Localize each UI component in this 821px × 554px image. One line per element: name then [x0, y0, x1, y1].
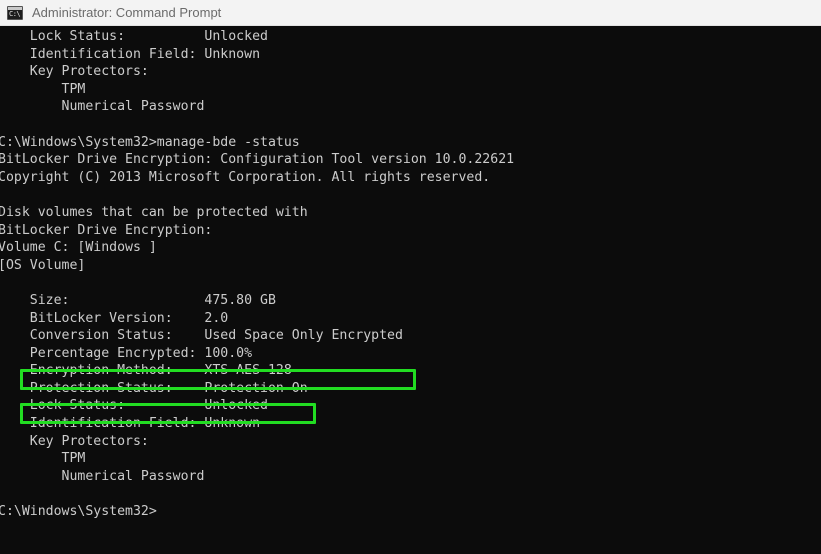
console-line: Identification Field: Unknown: [0, 46, 261, 62]
console-line: Copyright (C) 2013 Microsoft Corporation…: [0, 169, 491, 185]
console-line: Conversion Status: Used Space Only Encry…: [0, 328, 403, 344]
console-line: Protection Status: Protection On: [0, 380, 308, 396]
console-line: Numerical Password: [0, 468, 205, 484]
console-line: C:\Windows\System32>: [0, 504, 157, 520]
console-line: Disk volumes that can be protected with: [0, 204, 308, 220]
console-line: Lock Status: Unlocked: [0, 29, 268, 44]
console-line: TPM: [0, 81, 86, 97]
console-line: Identification Field: Unknown: [0, 416, 261, 432]
console-line: BitLocker Drive Encryption: Configuratio…: [0, 152, 515, 168]
console-line: BitLocker Drive Encryption:: [0, 222, 213, 238]
console-output-area[interactable]: Lock Status: Unlocked Identification Fie…: [0, 26, 821, 554]
window-title: Administrator: Command Prompt: [32, 5, 222, 20]
window-titlebar[interactable]: C:\ Administrator: Command Prompt: [0, 0, 821, 26]
console-line: Percentage Encrypted: 100.0%: [0, 345, 253, 361]
console-line: Numerical Password: [0, 99, 205, 115]
console-line: Lock Status: Unlocked: [0, 398, 268, 414]
console-line: Key Protectors:: [0, 64, 149, 80]
console-line: Size: 475.80 GB: [0, 292, 276, 308]
command-prompt-window: C:\ Administrator: Command Prompt Lock S…: [0, 0, 821, 554]
console-line: Encryption Method: XTS-AES 128: [0, 363, 292, 379]
console-line: C:\Windows\System32>manage-bde -status: [0, 134, 300, 150]
console-line: BitLocker Version: 2.0: [0, 310, 229, 326]
console-icon: C:\: [7, 5, 23, 20]
console-icon-glyph: C:\: [9, 9, 21, 18]
console-text: Lock Status: Unlocked Identification Fie…: [0, 28, 514, 521]
console-line: Volume C: [Windows ]: [0, 240, 157, 256]
console-line: TPM: [0, 451, 86, 467]
console-line: [OS Volume]: [0, 257, 86, 273]
console-line: Key Protectors:: [0, 433, 149, 449]
